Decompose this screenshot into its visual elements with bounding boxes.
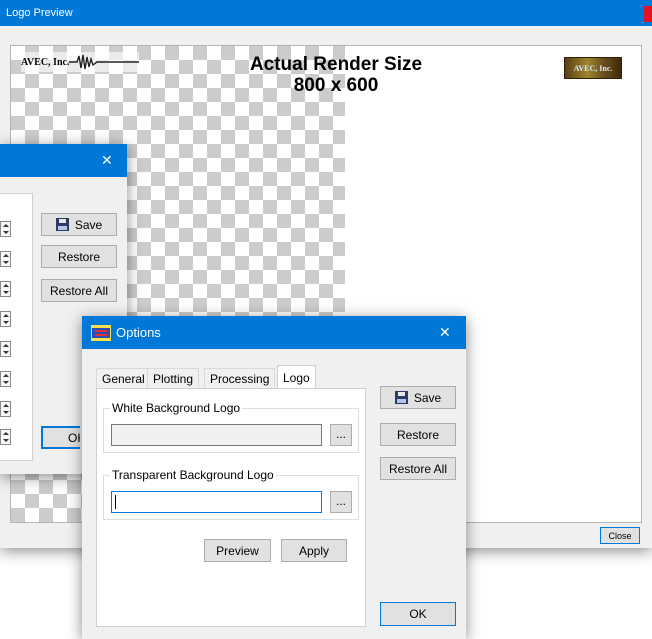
spinner-8[interactable] [0, 429, 11, 445]
spinner-5[interactable] [0, 341, 11, 357]
spinner-2[interactable] [0, 251, 11, 267]
spinner-1[interactable] [0, 221, 11, 237]
logo-right: AVEC, Inc. [564, 57, 622, 79]
background-options-title-bar: ✕ [0, 144, 127, 177]
close-icon[interactable]: ✕ [101, 152, 113, 169]
logo-preview-close-button[interactable]: Close [600, 527, 640, 544]
background-restore-all-button[interactable]: Restore All [41, 279, 117, 302]
logo-right-text: AVEC, Inc. [573, 63, 613, 73]
transparent-background-browse-button[interactable]: ... [330, 491, 352, 513]
spinner-3[interactable] [0, 281, 11, 297]
background-ok-button-clip: OK [41, 426, 80, 449]
transparent-background-logo-group: Transparent Background Logo ... [103, 468, 359, 520]
options-title: Options [116, 325, 161, 340]
options-window: Options ✕ General Plotting Processing Lo… [82, 316, 466, 639]
background-save-label: Save [74, 217, 103, 232]
preview-button[interactable]: Preview [204, 539, 271, 562]
spinner-7[interactable] [0, 401, 11, 417]
white-background-logo-label: White Background Logo [110, 401, 243, 415]
transparent-background-logo-field[interactable] [111, 491, 322, 513]
spinner-6[interactable] [0, 371, 11, 387]
logo-preview-title: Logo Preview [6, 7, 73, 19]
transparent-background-logo-label: Transparent Background Logo [110, 468, 276, 482]
white-background-browse-button[interactable]: ... [330, 424, 352, 446]
tab-processing[interactable]: Processing [204, 368, 276, 388]
white-background-logo-field[interactable] [111, 424, 322, 446]
floppy-disk-icon [55, 218, 69, 231]
ok-button[interactable]: OK [380, 602, 456, 626]
close-icon[interactable]: ✕ [439, 324, 451, 341]
logo-preview-close-accent[interactable] [644, 6, 652, 22]
options-title-bar: Options ✕ [82, 316, 466, 349]
tab-general[interactable]: General [96, 368, 151, 388]
logo-left: AVEC, Inc. [21, 52, 140, 72]
restore-button[interactable]: Restore [380, 423, 456, 446]
logo-preview-title-bar: Logo Preview [0, 0, 652, 26]
floppy-disk-icon [394, 391, 408, 404]
text-cursor [115, 495, 116, 509]
render-size-dimensions: 800 x 600 [293, 75, 379, 96]
logo-left-text: AVEC, Inc. [21, 56, 70, 68]
save-button[interactable]: Save [380, 386, 456, 409]
options-content: General Plotting Processing Logo White B… [82, 349, 466, 639]
tab-logo[interactable]: Logo [277, 365, 316, 389]
tab-plotting[interactable]: Plotting [147, 368, 200, 388]
restore-all-button[interactable]: Restore All [380, 457, 456, 480]
background-restore-button[interactable]: Restore [41, 245, 117, 268]
waveform-icon [69, 54, 140, 70]
render-size-title: Actual Render Size [249, 54, 423, 75]
options-app-icon [91, 325, 111, 341]
logo-tab-panel: White Background Logo ... Transparent Ba… [96, 388, 366, 627]
white-background-logo-group: White Background Logo ... [103, 401, 359, 453]
background-ok-button[interactable]: OK [41, 426, 80, 449]
options-tab-strip: General Plotting Processing Logo [96, 365, 336, 389]
spinner-4[interactable] [0, 311, 11, 327]
apply-button[interactable]: Apply [281, 539, 347, 562]
save-label: Save [413, 390, 442, 405]
render-size-label: Actual Render Size 800 x 600 [211, 54, 461, 96]
background-save-button[interactable]: Save [41, 213, 117, 236]
